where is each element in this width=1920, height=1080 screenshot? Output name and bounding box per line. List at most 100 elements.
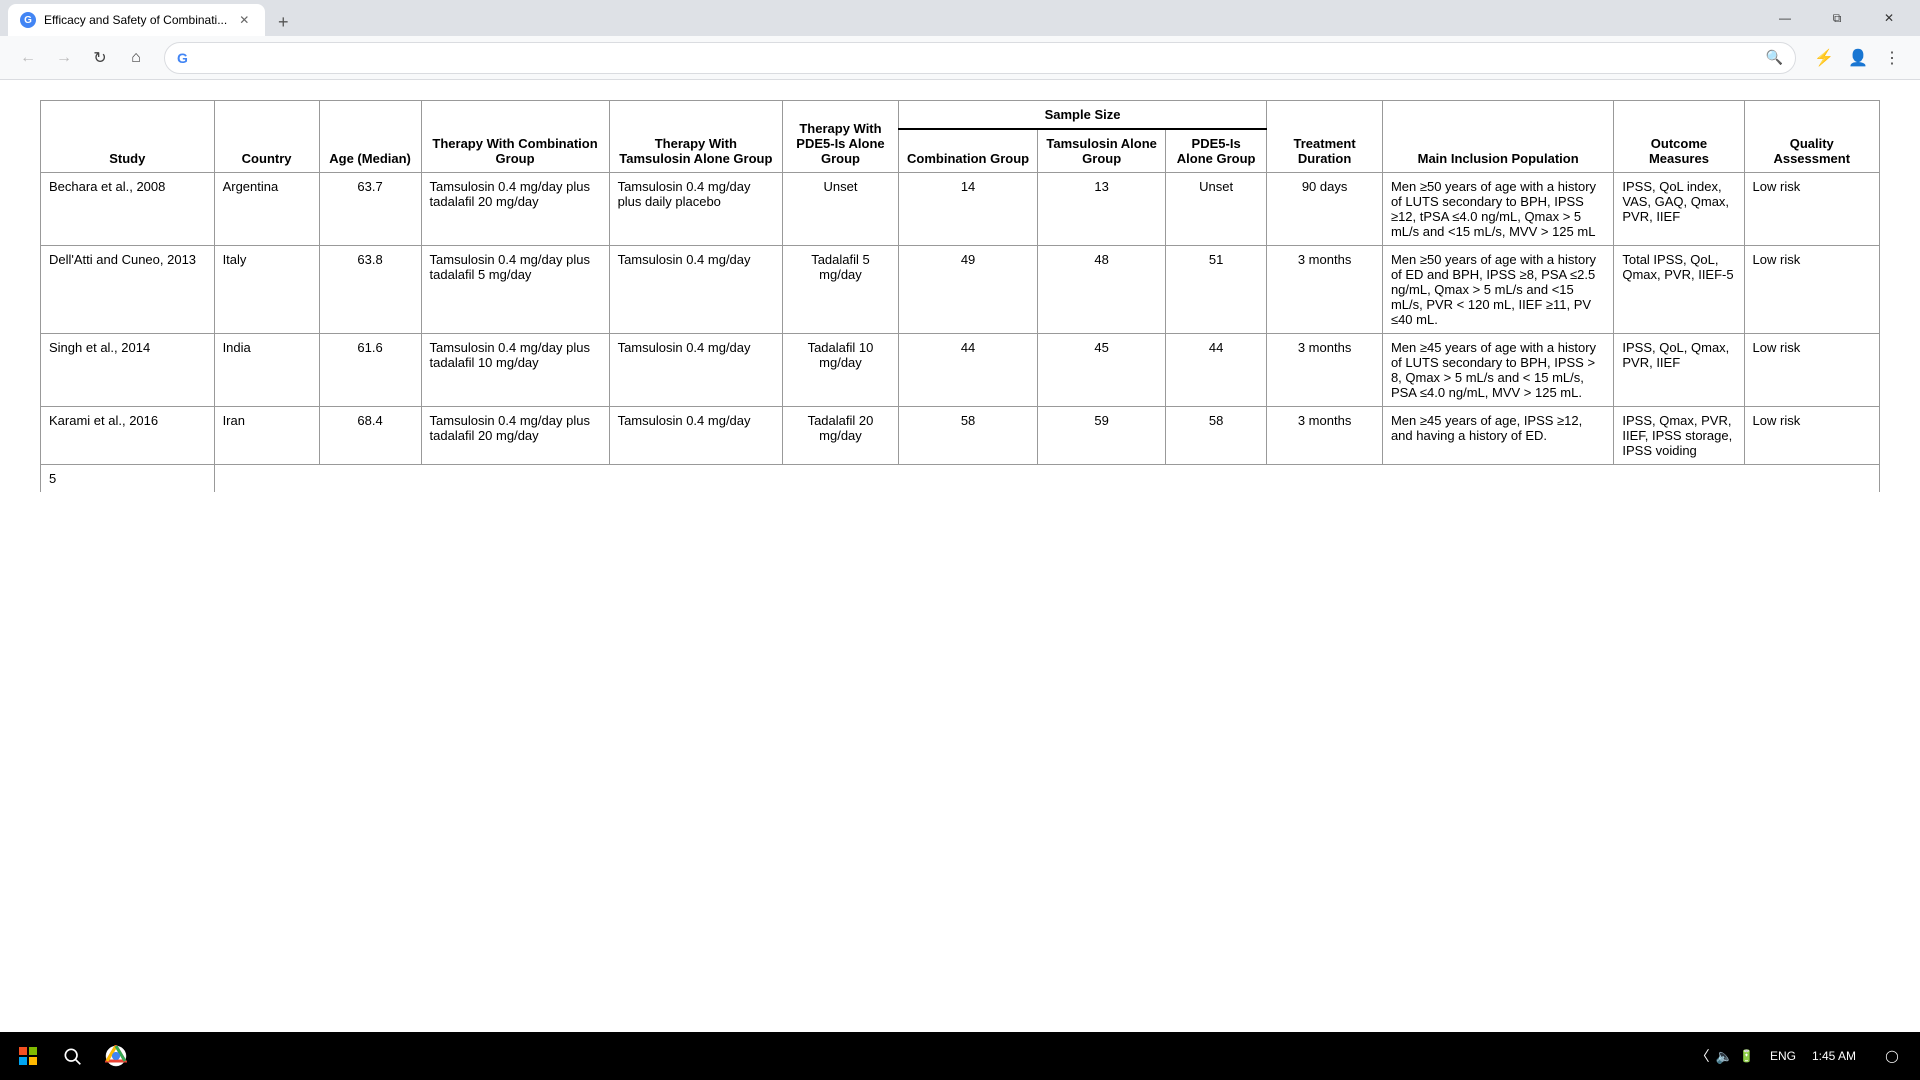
search-icon: 🔍 [1766, 49, 1783, 66]
cell-therapy-pde5: Tadalafil 5 mg/day [783, 246, 899, 334]
system-clock[interactable]: 1:45 AM [1804, 1048, 1864, 1065]
cell-treatment: 3 months [1267, 334, 1383, 407]
minimize-button[interactable]: — [1762, 0, 1808, 36]
cell-therapy-combo: Tamsulosin 0.4 mg/day plus tadalafil 10 … [421, 334, 609, 407]
forward-button[interactable]: → [48, 42, 80, 74]
cell-therapy-combo: Tamsulosin 0.4 mg/day plus tadalafil 20 … [421, 407, 609, 465]
th-therapy-combo: Therapy With Combination Group [421, 101, 609, 173]
cell-study-partial: 5 [41, 465, 215, 493]
cell-age: 68.4 [319, 407, 421, 465]
tab-favicon: G [20, 12, 36, 28]
th-country: Country [214, 101, 319, 173]
language-indicator: ENG [1770, 1049, 1796, 1063]
close-button[interactable]: ✕ [1866, 0, 1912, 36]
cell-therapy-tams: Tamsulosin 0.4 mg/day [609, 334, 783, 407]
cell-quality: Low risk [1744, 246, 1879, 334]
cell-country: Italy [214, 246, 319, 334]
cell-quality: Low risk [1744, 334, 1879, 407]
cell-treatment: 3 months [1267, 246, 1383, 334]
cell-therapy-combo: Tamsulosin 0.4 mg/day plus tadalafil 5 m… [421, 246, 609, 334]
th-combination-group: Combination Group [898, 129, 1037, 173]
header-row-1: Study Country Age (Median) Therapy With … [41, 101, 1880, 130]
cell-outcome: IPSS, Qmax, PVR, IIEF, IPSS storage, IPS… [1614, 407, 1744, 465]
cell-pde5: 44 [1166, 334, 1267, 407]
cell-age: 61.6 [319, 334, 421, 407]
maximize-button[interactable]: ⧉ [1814, 0, 1860, 36]
cell-tamsulosin: 45 [1038, 334, 1166, 407]
th-sample-size: Sample Size [898, 101, 1266, 130]
browser-frame: G Efficacy and Safety of Combinati... ✕ … [0, 0, 1920, 1080]
table-row: Karami et al., 2016 Iran 68.4 Tamsulosin… [41, 407, 1880, 465]
tab-close-button[interactable]: ✕ [235, 11, 253, 29]
address-input[interactable] [196, 50, 1758, 66]
table-row: Dell'Atti and Cuneo, 2013 Italy 63.8 Tam… [41, 246, 1880, 334]
cell-country: Argentina [214, 173, 319, 246]
notification-button[interactable]: ◯ [1872, 1036, 1912, 1076]
cell-outcome: Total IPSS, QoL, Qmax, PVR, IIEF-5 [1614, 246, 1744, 334]
th-age: Age (Median) [319, 101, 421, 173]
cell-therapy-tams: Tamsulosin 0.4 mg/day [609, 407, 783, 465]
cell-quality: Low risk [1744, 173, 1879, 246]
cell-age: 63.8 [319, 246, 421, 334]
cell-outcome: IPSS, QoL index, VAS, GAQ, Qmax, PVR, II… [1614, 173, 1744, 246]
profile-button[interactable]: 👤 [1842, 42, 1874, 74]
taskbar: 〈 🔈 🔋 ENG 1:45 AM ◯ [0, 1032, 1920, 1080]
cell-partial-overflow [214, 465, 1879, 493]
th-pde5-alone: PDE5-Is Alone Group [1166, 129, 1267, 173]
th-therapy-tams: Therapy With Tamsulosin Alone Group [609, 101, 783, 173]
cell-country: Iran [214, 407, 319, 465]
address-bar[interactable]: G 🔍 [164, 42, 1796, 74]
battery-icon: 🔋 [1739, 1049, 1754, 1063]
cell-therapy-tams: Tamsulosin 0.4 mg/day [609, 246, 783, 334]
home-button[interactable]: ⌂ [120, 42, 152, 74]
cell-combination: 44 [898, 334, 1037, 407]
system-tray: 〈 🔈 🔋 [1688, 1046, 1762, 1066]
cell-pde5: Unset [1166, 173, 1267, 246]
cell-combination: 49 [898, 246, 1037, 334]
table-row: Singh et al., 2014 India 61.6 Tamsulosin… [41, 334, 1880, 407]
extensions-button[interactable]: ⚡ [1808, 42, 1840, 74]
cell-inclusion: Men ≥45 years of age, IPSS ≥12, and havi… [1382, 407, 1613, 465]
th-study: Study [41, 101, 215, 173]
network-icon: 〈 [1696, 1046, 1710, 1066]
reload-button[interactable]: ↻ [84, 42, 116, 74]
search-taskbar-button[interactable] [52, 1036, 92, 1076]
cell-study: Singh et al., 2014 [41, 334, 215, 407]
th-quality: Quality Assessment [1744, 101, 1879, 173]
cell-combination: 58 [898, 407, 1037, 465]
menu-button[interactable]: ⋮ [1876, 42, 1908, 74]
cell-study: Dell'Atti and Cuneo, 2013 [41, 246, 215, 334]
active-tab[interactable]: G Efficacy and Safety of Combinati... ✕ [8, 4, 265, 36]
clock-time: 1:45 AM [1812, 1048, 1856, 1065]
taskbar-right: 〈 🔈 🔋 ENG 1:45 AM ◯ [1688, 1036, 1912, 1076]
cell-age: 63.7 [319, 173, 421, 246]
cell-study: Bechara et al., 2008 [41, 173, 215, 246]
cell-outcome: IPSS, QoL, Qmax, PVR, IIEF [1614, 334, 1744, 407]
browser-toolbar: ← → ↻ ⌂ G 🔍 ⚡ 👤 ⋮ [0, 36, 1920, 80]
title-bar: G Efficacy and Safety of Combinati... ✕ … [0, 0, 1920, 36]
chrome-taskbar-button[interactable] [96, 1036, 136, 1076]
cell-tamsulosin: 59 [1038, 407, 1166, 465]
study-table: Study Country Age (Median) Therapy With … [40, 100, 1880, 492]
window-controls: — ⧉ ✕ [1762, 0, 1912, 36]
cell-tamsulosin: 48 [1038, 246, 1166, 334]
th-outcome: Outcome Measures [1614, 101, 1744, 173]
th-inclusion: Main Inclusion Population [1382, 101, 1613, 173]
cell-therapy-pde5: Tadalafil 10 mg/day [783, 334, 899, 407]
cell-quality: Low risk [1744, 407, 1879, 465]
start-button[interactable] [8, 1036, 48, 1076]
cell-therapy-combo: Tamsulosin 0.4 mg/day plus tadalafil 20 … [421, 173, 609, 246]
th-treatment: Treatment Duration [1267, 101, 1383, 173]
cell-therapy-pde5: Unset [783, 173, 899, 246]
back-button[interactable]: ← [12, 42, 44, 74]
cell-tamsulosin: 13 [1038, 173, 1166, 246]
th-therapy-pde5: Therapy With PDE5-Is Alone Group [783, 101, 899, 173]
page-content: Study Country Age (Median) Therapy With … [0, 80, 1920, 1080]
cell-study: Karami et al., 2016 [41, 407, 215, 465]
new-tab-button[interactable]: + [269, 8, 297, 36]
cell-inclusion: Men ≥50 years of age with a history of E… [1382, 246, 1613, 334]
cell-inclusion: Men ≥45 years of age with a history of L… [1382, 334, 1613, 407]
cell-therapy-pde5: Tadalafil 20 mg/day [783, 407, 899, 465]
tab-title: Efficacy and Safety of Combinati... [44, 13, 227, 27]
cell-treatment: 3 months [1267, 407, 1383, 465]
